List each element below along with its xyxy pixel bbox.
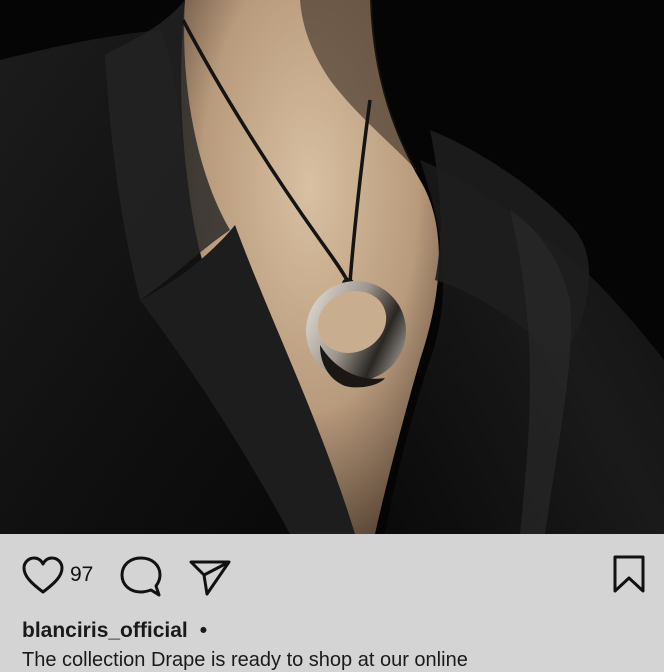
heart-outline-icon[interactable] — [21, 556, 65, 596]
post-author-row: blanciris_official • — [22, 618, 207, 644]
separator-dot: • — [199, 619, 208, 642]
speech-bubble-icon[interactable] — [120, 556, 162, 598]
post-action-bar — [0, 534, 664, 614]
photo-necklace-model — [0, 0, 664, 534]
username-link[interactable]: blanciris_official — [22, 619, 188, 642]
post-photo[interactable] — [0, 0, 664, 534]
like-count[interactable]: 97 — [70, 562, 93, 588]
post-caption: The collection Drape is ready to shop at… — [22, 649, 468, 671]
bookmark-outline-icon[interactable] — [612, 554, 646, 594]
paper-plane-icon[interactable] — [188, 558, 232, 598]
